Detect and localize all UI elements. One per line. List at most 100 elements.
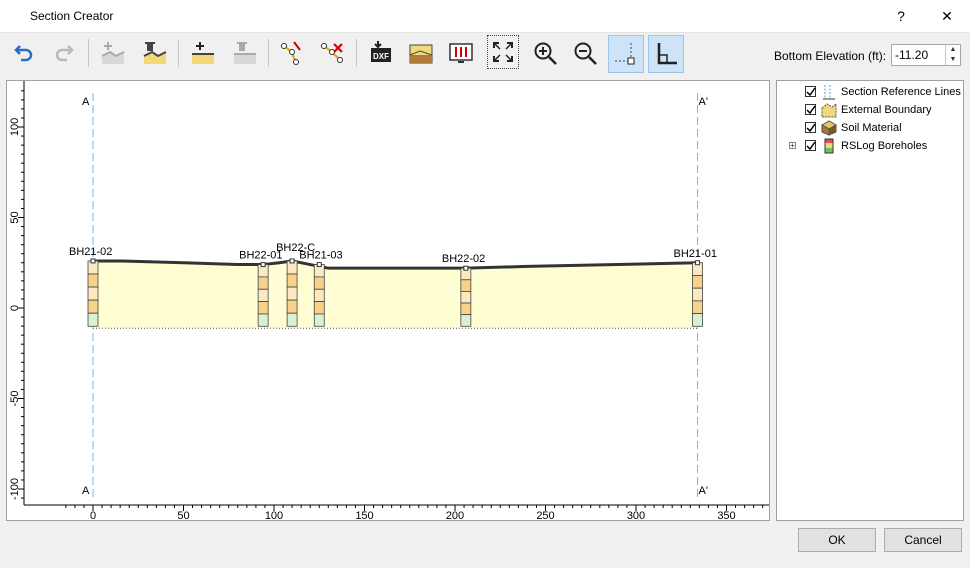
export-dxf-button[interactable]: DXF bbox=[364, 35, 396, 69]
toolbar-separator bbox=[178, 39, 179, 67]
delete-layer-button[interactable] bbox=[228, 35, 260, 69]
ortho-button[interactable] bbox=[648, 35, 684, 73]
checkbox[interactable] bbox=[805, 122, 816, 133]
cancel-button[interactable]: Cancel bbox=[884, 528, 962, 552]
tree-item-rslog-boreholes[interactable]: + RSLog Boreholes bbox=[777, 137, 963, 155]
borehole-layer bbox=[87, 312, 99, 327]
snap-icon bbox=[615, 43, 635, 65]
delete-vertex-button[interactable] bbox=[316, 35, 348, 69]
zoom-in-icon bbox=[534, 42, 557, 65]
tree-item-external-boundary[interactable]: External Boundary bbox=[777, 101, 963, 119]
import-image-icon bbox=[409, 44, 433, 64]
x-tick-label: 50 bbox=[177, 510, 189, 520]
borehole-layer bbox=[286, 312, 298, 327]
expand-icon[interactable]: + bbox=[789, 142, 796, 150]
delete-surface-button[interactable] bbox=[138, 35, 170, 69]
borehole-layer bbox=[286, 273, 298, 288]
borehole-layer bbox=[692, 313, 703, 327]
borehole-label: BH21-02 bbox=[69, 246, 112, 258]
x-tick-label: 150 bbox=[355, 510, 373, 520]
tree-item-label: Soil Material bbox=[841, 122, 902, 134]
add-surface-icon bbox=[101, 42, 125, 64]
x-tick-label: 300 bbox=[627, 510, 645, 520]
tree-item-section-reference-lines[interactable]: Section Reference Lines bbox=[777, 83, 963, 101]
delete-vertex-icon bbox=[321, 43, 343, 63]
reference-marker-a-bottom: A bbox=[82, 485, 90, 497]
tree-item-soil-material[interactable]: Soil Material bbox=[777, 119, 963, 137]
spin-up-icon[interactable]: ▲ bbox=[945, 45, 960, 55]
undo-button[interactable] bbox=[8, 35, 40, 69]
toolbar-separator bbox=[88, 39, 89, 67]
section-plot[interactable]: 0 50 100 150 200 250 300 350 100 50 0 -50 -100 A A' A A'… bbox=[7, 81, 769, 520]
checkbox[interactable] bbox=[805, 86, 816, 97]
check-icon bbox=[806, 105, 816, 115]
borehole-layer bbox=[692, 287, 703, 302]
y-tick-label: 0 bbox=[9, 305, 21, 311]
close-button[interactable]: ✕ bbox=[930, 4, 964, 28]
add-layer-button[interactable] bbox=[186, 35, 218, 69]
add-surface-button[interactable] bbox=[96, 35, 128, 69]
bottom-elevation-input[interactable] bbox=[895, 48, 945, 62]
svg-text:DXF: DXF bbox=[373, 52, 389, 61]
reference-marker-a-prime-top: A' bbox=[699, 96, 708, 108]
undo-icon bbox=[14, 45, 33, 62]
zoom-out-icon bbox=[574, 42, 597, 65]
x-tick-label: 0 bbox=[90, 510, 96, 520]
borehole-icon bbox=[821, 138, 837, 154]
spin-down-icon[interactable]: ▼ bbox=[945, 55, 960, 65]
external-boundary-icon bbox=[821, 102, 837, 118]
section-canvas[interactable]: 0 50 100 150 200 250 300 350 100 50 0 -50 -100 A A' A A'… bbox=[6, 80, 770, 521]
y-tick-label: -50 bbox=[9, 391, 21, 407]
x-tick-label: 250 bbox=[536, 510, 554, 520]
borehole-layer bbox=[313, 313, 325, 327]
borehole-top-marker bbox=[90, 258, 96, 264]
zoom-out-button[interactable] bbox=[568, 35, 600, 69]
borehole-top-marker bbox=[316, 262, 322, 268]
reference-marker-a-top: A bbox=[82, 96, 90, 108]
borehole-layer bbox=[692, 275, 703, 289]
borehole-layer bbox=[313, 276, 325, 290]
delete-layer-icon bbox=[234, 42, 256, 64]
x-tick-label: 350 bbox=[717, 510, 735, 520]
snap-button[interactable] bbox=[608, 35, 644, 73]
display-options-button[interactable] bbox=[444, 35, 476, 69]
redo-button[interactable] bbox=[48, 35, 80, 69]
borehole-layer bbox=[692, 300, 703, 314]
borehole-layer bbox=[257, 313, 269, 327]
y-tick-label: 100 bbox=[9, 118, 21, 136]
ok-button[interactable]: OK bbox=[798, 528, 876, 552]
borehole-layer bbox=[87, 286, 99, 301]
zoom-extents-icon bbox=[493, 42, 513, 62]
tree-item-label: External Boundary bbox=[841, 104, 932, 116]
checkbox[interactable] bbox=[805, 104, 816, 115]
borehole-top-marker bbox=[289, 258, 295, 264]
borehole-top-marker bbox=[260, 262, 266, 268]
reference-marker-a-prime-bottom: A' bbox=[699, 485, 708, 497]
check-icon bbox=[806, 141, 816, 151]
borehole-layer bbox=[460, 279, 472, 292]
borehole-layer bbox=[460, 291, 472, 304]
check-icon bbox=[806, 87, 816, 97]
zoom-extents-button[interactable] bbox=[487, 35, 519, 69]
add-vertex-button[interactable] bbox=[276, 35, 308, 69]
soil-material-icon bbox=[820, 120, 838, 136]
add-vertex-icon bbox=[281, 41, 301, 65]
ortho-icon bbox=[657, 43, 677, 65]
checkbox[interactable] bbox=[805, 140, 816, 151]
bottom-elevation-label: Bottom Elevation (ft): bbox=[774, 49, 887, 63]
display-options-icon bbox=[449, 43, 473, 63]
export-dxf-icon: DXF bbox=[371, 41, 391, 62]
x-tick-label: 200 bbox=[446, 510, 464, 520]
borehole-label: BH21-01 bbox=[674, 248, 717, 260]
borehole-layer bbox=[460, 314, 472, 327]
bottom-elevation-field[interactable]: ▲ ▼ bbox=[891, 44, 961, 66]
import-image-button[interactable] bbox=[404, 35, 436, 69]
borehole-label: BH22-02 bbox=[442, 253, 485, 265]
borehole-layer bbox=[460, 302, 472, 316]
help-button[interactable]: ? bbox=[884, 4, 918, 28]
toolbar-separator bbox=[268, 39, 269, 67]
zoom-in-button[interactable] bbox=[528, 35, 560, 69]
borehole-layer bbox=[87, 299, 99, 314]
title-bar: Section Creator ? ✕ bbox=[0, 0, 970, 33]
borehole-layer bbox=[257, 276, 269, 290]
